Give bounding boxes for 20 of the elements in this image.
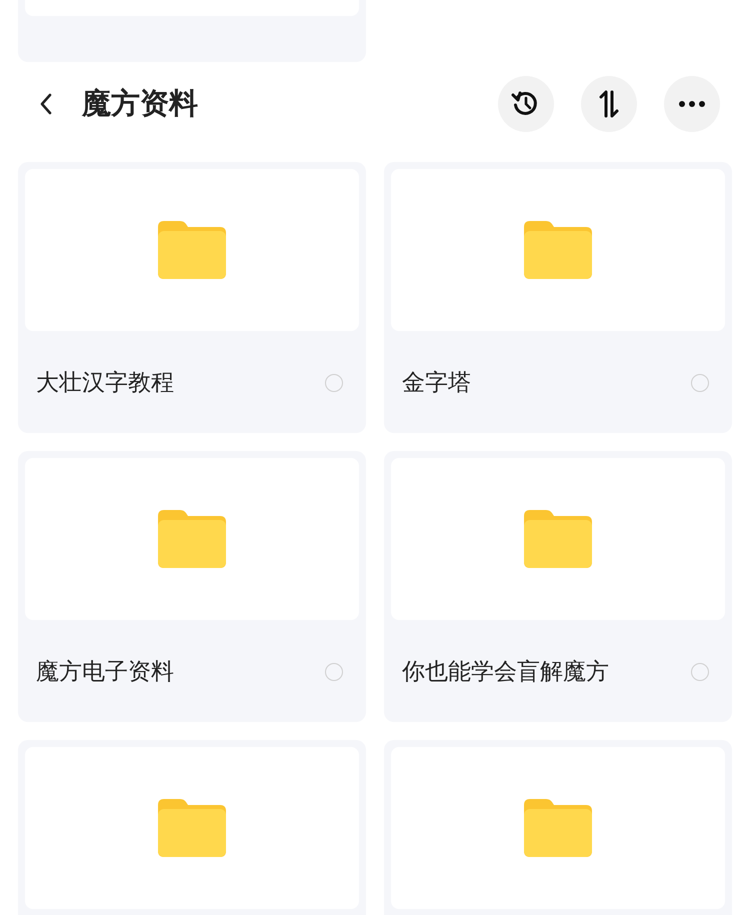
page-title: 魔方资料 (82, 84, 198, 122)
folder-name: 魔方电子资料 (36, 658, 174, 687)
folder-card[interactable]: 大壮汉字教程 (18, 162, 366, 433)
select-radio[interactable] (691, 662, 709, 680)
folder-icon (158, 221, 226, 279)
folder-name: 你也能学会盲解魔方 (402, 658, 609, 687)
select-radio[interactable] (691, 374, 709, 392)
folder-card[interactable]: 你也能学会盲解魔方 (384, 451, 732, 722)
folder-icon (158, 510, 226, 568)
folder-icon (524, 799, 592, 857)
folder-card[interactable]: 魔方电子资料 (18, 451, 366, 722)
folder-icon (524, 221, 592, 279)
folder-name: 金字塔 (402, 369, 471, 398)
more-icon (678, 100, 706, 108)
select-radio[interactable] (325, 662, 343, 680)
folder-icon (524, 510, 592, 568)
folder-name: 大壮汉字教程 (36, 369, 174, 398)
folder-card[interactable]: 金字塔 (384, 162, 732, 433)
select-radio[interactable] (325, 374, 343, 392)
folder-icon (158, 799, 226, 857)
